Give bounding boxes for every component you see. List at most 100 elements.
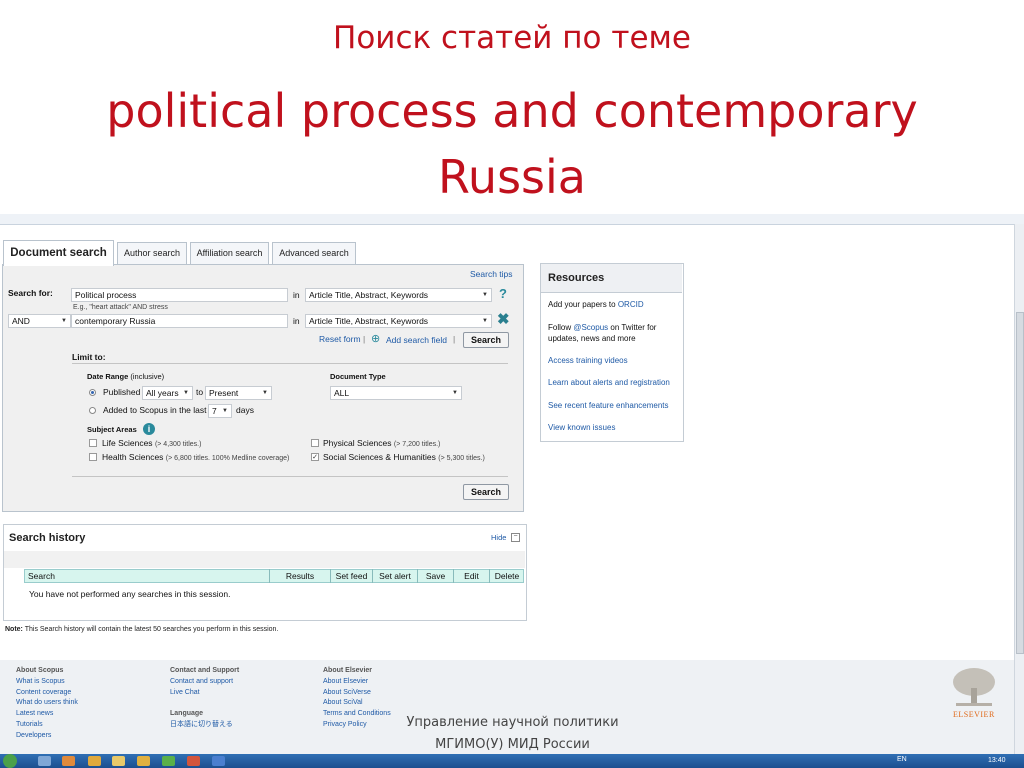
hide-history-link[interactable]: Hide	[491, 533, 506, 542]
tab-advanced-search[interactable]: Advanced search	[272, 242, 356, 264]
limit-search-button[interactable]: Search	[463, 484, 509, 500]
history-note: Note: This Search history will contain t…	[5, 626, 279, 633]
slide-title-line1: Поиск статей по теме	[333, 20, 691, 56]
date-range-title: Date Range	[87, 372, 129, 381]
footer-link[interactable]: About Elsevier	[323, 677, 391, 688]
social-sciences-checkbox[interactable]: ✓	[311, 453, 319, 461]
info-icon[interactable]: i	[143, 423, 155, 435]
scrollbar-thumb[interactable]	[1016, 312, 1024, 654]
days-select[interactable]: 7 ▼	[208, 404, 232, 418]
tab-affiliation-search[interactable]: Affiliation search	[190, 242, 269, 264]
folder-icon[interactable]	[112, 756, 125, 766]
known-issues-link[interactable]: View known issues	[548, 423, 615, 432]
slide-title-line2: political process and contemporary Russi…	[0, 78, 1024, 210]
to-year-select[interactable]: Present ▼	[205, 386, 272, 400]
history-empty-message: You have not performed any searches in t…	[29, 589, 231, 599]
powerpoint-icon[interactable]	[187, 756, 200, 766]
social-sciences-label: Social Sciences & Humanities (> 5,300 ti…	[323, 452, 485, 462]
boolean-operator-value: AND	[12, 316, 30, 326]
start-button-icon[interactable]	[3, 754, 17, 768]
windows-taskbar	[0, 754, 1024, 768]
feature-enhancements-link[interactable]: See recent feature enhancements	[548, 401, 669, 410]
health-sciences-label: Health Sciences (> 6,800 titles. 100% Me…	[102, 452, 290, 462]
slide-caption: Управление научной политики МГИМО(У) МИД…	[380, 712, 645, 756]
chevron-down-icon: ▼	[482, 318, 488, 324]
added-radio[interactable]	[89, 407, 96, 414]
alerts-registration-link[interactable]: Learn about alerts and registration	[548, 378, 670, 387]
scopus-twitter-link[interactable]: @Scopus	[573, 323, 608, 332]
reset-form-link[interactable]: Reset form	[319, 334, 361, 344]
chevron-down-icon: ▼	[482, 292, 488, 298]
chrome-icon[interactable]	[162, 756, 175, 766]
days-label: days	[236, 405, 254, 415]
health-sciences-checkbox[interactable]	[89, 453, 97, 461]
footer-link[interactable]: Live Chat	[170, 688, 239, 699]
document-type-value: ALL	[334, 388, 350, 398]
col-save[interactable]: Save	[417, 569, 453, 583]
boolean-operator-select[interactable]: AND ▼	[8, 314, 71, 328]
footer-col-about-scopus: About Scopus What is Scopus Content cove…	[16, 666, 78, 742]
word-icon[interactable]	[212, 756, 225, 766]
document-type-label: Document Type	[330, 372, 386, 381]
subject-areas-label: Subject Areas	[87, 425, 137, 434]
col-edit[interactable]: Edit	[453, 569, 489, 583]
chevron-down-icon: ▼	[61, 318, 67, 324]
footer-link[interactable]: Tutorials	[16, 720, 78, 731]
search-tips-link[interactable]: Search tips	[470, 269, 513, 279]
days-value: 7	[212, 406, 217, 416]
life-sciences-label: Life Sciences (> 4,300 titles.)	[102, 438, 202, 448]
date-range-label: Date Range (inclusive)	[87, 372, 164, 381]
footer-link[interactable]: About SciVal	[323, 698, 391, 709]
col-delete[interactable]: Delete	[489, 569, 524, 583]
ie-icon[interactable]	[38, 756, 51, 766]
footer-link[interactable]: What is Scopus	[16, 677, 78, 688]
elsevier-tree-logo	[953, 668, 995, 706]
from-year-select[interactable]: All years ▼	[142, 386, 193, 400]
footer-link[interactable]: Content coverage	[16, 688, 78, 699]
scope-select-2-value: Article Title, Abstract, Keywords	[309, 316, 429, 326]
scope-select-1-value: Article Title, Abstract, Keywords	[309, 290, 429, 300]
limit-to-label: Limit to:	[72, 352, 106, 362]
language-switch-link[interactable]: 日本語に切り替える	[170, 720, 239, 731]
from-year-value: All years	[146, 388, 179, 398]
search-example: E.g., "heart attack" AND stress	[73, 304, 168, 311]
search-button[interactable]: Search	[463, 332, 509, 348]
footer-link[interactable]: Latest news	[16, 709, 78, 720]
search-field-2[interactable]: contemporary Russia	[71, 314, 288, 328]
col-set-alert[interactable]: Set alert	[372, 569, 417, 583]
resource-twitter: Follow @Scopus on Twitter for updates, n…	[548, 323, 657, 343]
col-results[interactable]: Results	[269, 569, 330, 583]
separator: |	[363, 334, 366, 344]
tab-author-search[interactable]: Author search	[117, 242, 187, 264]
tab-document-search[interactable]: Document search	[3, 240, 114, 266]
remove-field-icon[interactable]: ✖	[497, 310, 510, 328]
footer-link[interactable]: What do users think	[16, 698, 78, 709]
caption-line-1: Управление научной политики	[406, 715, 619, 730]
search-history-title: Search history	[9, 532, 86, 544]
chevron-down-icon: ▼	[452, 390, 458, 396]
orcid-link[interactable]: ORCID	[618, 300, 644, 309]
search-field-1[interactable]: Political process	[71, 288, 288, 302]
add-search-field-link[interactable]: Add search field	[386, 335, 447, 345]
life-sciences-checkbox[interactable]	[89, 439, 97, 447]
collapse-icon[interactable]: −	[511, 533, 520, 542]
help-icon[interactable]: ?	[499, 286, 507, 301]
col-set-feed[interactable]: Set feed	[330, 569, 372, 583]
footer-link[interactable]: Developers	[16, 731, 78, 742]
chevron-down-icon: ▼	[262, 390, 268, 396]
footer-link[interactable]: About SciVerse	[323, 688, 391, 699]
physical-sciences-checkbox[interactable]	[311, 439, 319, 447]
app-icon[interactable]	[137, 756, 150, 766]
to-year-value: Present	[209, 388, 239, 398]
elsevier-logo-text: ELSEVIER	[953, 710, 995, 719]
document-type-select[interactable]: ALL ▼	[330, 386, 462, 400]
add-field-icon[interactable]: ⊕	[371, 332, 380, 345]
training-videos-link[interactable]: Access training videos	[548, 356, 628, 365]
media-icon[interactable]	[88, 756, 101, 766]
scope-select-1[interactable]: Article Title, Abstract, Keywords ▼	[305, 288, 492, 302]
footer-link[interactable]: Contact and support	[170, 677, 239, 688]
scope-select-2[interactable]: Article Title, Abstract, Keywords ▼	[305, 314, 492, 328]
firefox-icon[interactable]	[62, 756, 75, 766]
language-indicator[interactable]: EN	[897, 756, 907, 763]
published-radio[interactable]	[89, 389, 96, 396]
